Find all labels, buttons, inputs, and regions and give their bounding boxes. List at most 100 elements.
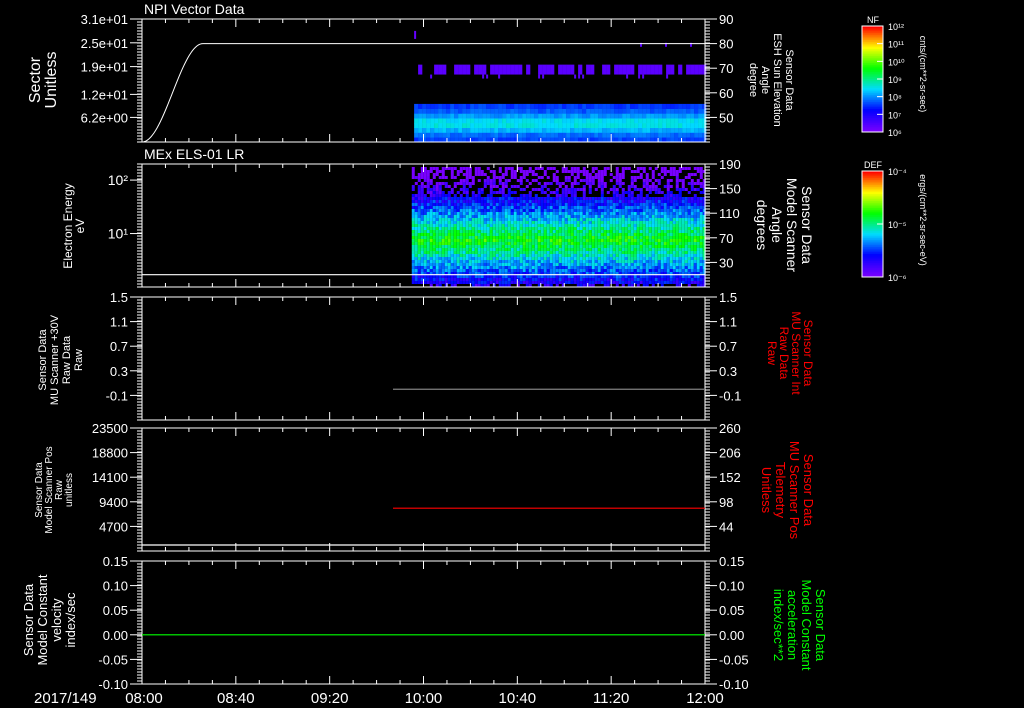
heatmap-cell [474,236,478,239]
heatmap-cell [510,127,515,133]
colorbars: 10¹²10¹¹10¹⁰10⁹10⁸10⁷10⁶10⁻⁴10⁻⁵10⁻⁶ [861,22,907,283]
heatmap-cell [666,197,670,200]
heatmap-cell [507,275,511,278]
heatmap-cell [585,239,589,242]
heatmap-cell [510,197,514,200]
heatmap-cell [492,278,496,281]
heatmap-cell [462,179,466,182]
heatmap-cell [552,233,556,236]
heatmap-cell [579,245,583,248]
heatmap-cell [468,176,472,179]
heatmap-cell [627,188,631,191]
heatmap-cell [651,173,655,176]
heatmap-cell [681,278,685,281]
heatmap-cell [420,236,424,239]
heatmap-cell [585,215,589,218]
heatmap-cell [438,254,442,257]
heatmap-cell [498,200,502,203]
heatmap-cell [618,200,622,203]
heatmap-cell [526,122,531,129]
heatmap-cell [576,257,580,260]
heatmap-cell [519,248,523,251]
heatmap-cell [537,197,541,200]
panel-1-title: NPI Vector Data [144,1,245,17]
heatmap-cell [435,170,439,173]
heatmap-cell [417,221,421,224]
heatmap-cell [609,188,613,191]
heatmap-cell [570,108,575,114]
heatmap-cell [648,245,652,248]
heatmap-cell [465,221,469,224]
heatmap-cell [564,218,568,221]
heatmap-cell [447,191,451,194]
heatmap-cell [501,263,505,266]
heatmap-cell [456,203,460,206]
heatmap-cell [420,194,424,197]
heatmap-cell [417,227,421,230]
heatmap-cell [498,118,503,124]
heatmap-cell [672,170,676,173]
heatmap-cell [621,191,625,194]
heatmap-cell [438,245,442,248]
heatmap-cell [441,167,445,170]
heatmap-cell [606,248,610,251]
heatmap-cell [514,118,519,124]
heatmap-cell [624,236,628,239]
heatmap-cell [564,212,568,215]
heatmap-cell [426,197,430,200]
heatmap-cell [477,248,481,251]
heatmap-cell [504,182,508,185]
heatmap-cell [657,239,661,242]
heatmap-cell [657,173,661,176]
heatmap-cell [498,74,501,79]
heatmap-cell [417,257,421,260]
heatmap-cell [549,239,553,242]
heatmap-cell [420,209,424,212]
heatmap-cell [669,173,673,176]
heatmap-cell [585,170,589,173]
heatmap-cell [648,218,652,221]
heatmap-cell [669,278,673,281]
heatmap-cell [453,236,457,239]
heatmap-cell [471,197,475,200]
heatmap-cell [666,242,670,245]
heatmap-cell [490,108,495,114]
heatmap-cell [621,239,625,242]
heatmap-cell [441,200,445,203]
heatmap-cell [615,230,619,233]
heatmap-cell [621,227,625,230]
heatmap-cell [422,113,427,119]
heatmap-cell [435,269,439,272]
heatmap-cell [618,224,622,227]
heatmap-cell [522,245,526,248]
heatmap-cell [543,185,547,188]
heatmap-cell [690,212,694,215]
heatmap-cell [486,224,490,227]
heatmap-cell [684,203,688,206]
heatmap-cell [462,221,466,224]
y-tick-label: -0.1 [106,388,128,403]
heatmap-cell [426,185,430,188]
heatmap-cell [537,206,541,209]
heatmap-cell [672,242,676,245]
heatmap-cell [478,64,483,75]
heatmap-cell [578,132,583,138]
heatmap-cell [516,230,520,233]
heatmap-cell [645,209,649,212]
heatmap-cell [651,170,655,173]
heatmap-cell [483,182,487,185]
heatmap-cell [480,257,484,260]
heatmap-cell [669,236,673,239]
heatmap-cell [525,215,529,218]
heatmap-cell [519,170,523,173]
heatmap-cell [615,281,619,284]
colorbar-tick-label: 10⁷ [888,110,901,120]
heatmap-cell [418,103,423,109]
heatmap-cell [549,242,553,245]
heatmap-cell [576,200,580,203]
heatmap-cell [420,206,424,209]
heatmap-cell [453,221,457,224]
heatmap-cell [576,251,580,254]
heatmap-cell [594,224,598,227]
heatmap-cell [636,209,640,212]
